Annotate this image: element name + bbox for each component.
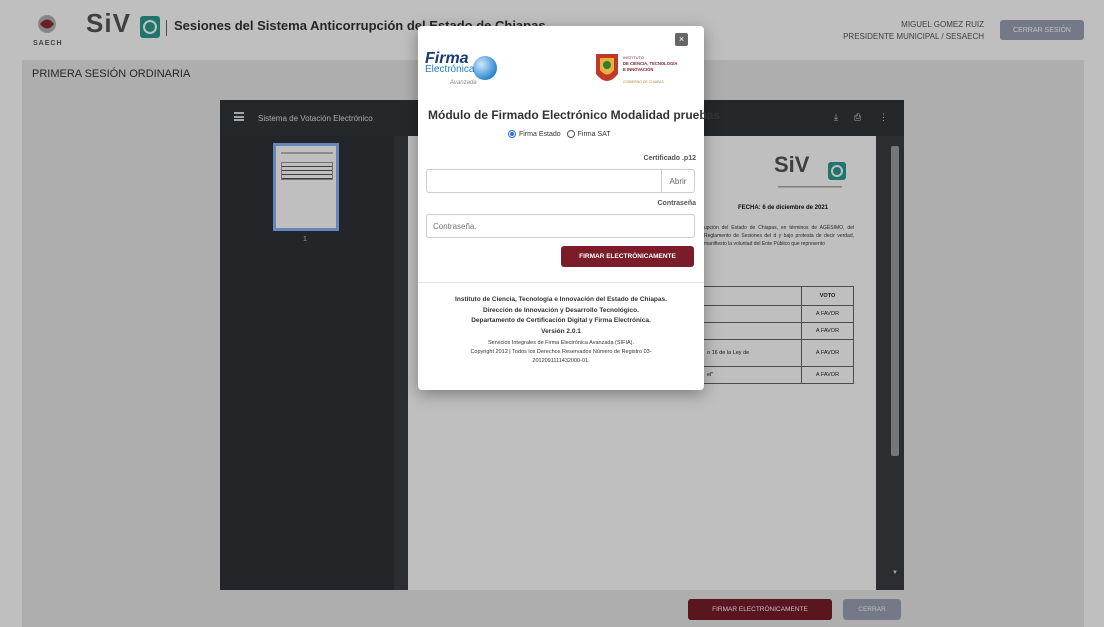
institute-logo-line: DE CIENCIA, TECNOLOGÍA — [623, 61, 678, 66]
electronica-logo-text: Electrónica — [425, 64, 475, 75]
radio-firma-sat[interactable] — [566, 130, 575, 138]
modal-close-icon[interactable]: × — [675, 33, 688, 46]
footer-direction: Dirección de Innovación y Desarrollo Tec… — [483, 306, 639, 314]
modal-footer: Instituto de Ciencia, Tecnología e Innov… — [418, 295, 704, 366]
open-file-button[interactable]: Abrir — [662, 169, 695, 193]
footer-services: Servicios Integrales de Firma Electrónic… — [487, 340, 635, 346]
password-field[interactable] — [426, 214, 695, 238]
footer-institute: Instituto de Ciencia, Tecnología e Innov… — [455, 296, 667, 303]
modal-divider — [418, 282, 704, 283]
footer-department: Departamento de Certificación Digital y … — [471, 317, 651, 324]
footer-registry: 2012091111432000-01. — [532, 358, 590, 364]
footer-copyright: Copyright 2012 | Todos los Derechos Rese… — [470, 349, 652, 355]
radio-firma-estado-label[interactable]: Firma Estado — [519, 131, 561, 138]
modal-heading: Módulo de Firmado Electrónico Modalidad … — [428, 108, 721, 122]
modal-sign-button[interactable]: FIRMAR ELECTRÓNICAMENTE — [561, 246, 694, 267]
globe-icon — [473, 56, 497, 80]
password-label: Contraseña — [657, 200, 696, 207]
institute-logo-line: E INNOVACIÓN — [623, 67, 654, 72]
footer-version: Versión 2.0.1 — [541, 327, 581, 335]
radio-firma-estado[interactable] — [508, 130, 516, 138]
institute-logo-line: INSTITUTO — [623, 55, 645, 60]
certificate-file-field[interactable] — [426, 169, 662, 193]
certificate-label: Certificado .p12 — [643, 155, 696, 162]
radio-firma-sat-label[interactable]: Firma SAT — [578, 131, 611, 138]
institute-logo-line: GOBIERNO DE CHIAPAS — [623, 80, 664, 84]
signature-type-selector: Firma Estado Firma SAT — [508, 130, 611, 138]
avanzada-logo-text: Avanzada — [450, 80, 477, 86]
